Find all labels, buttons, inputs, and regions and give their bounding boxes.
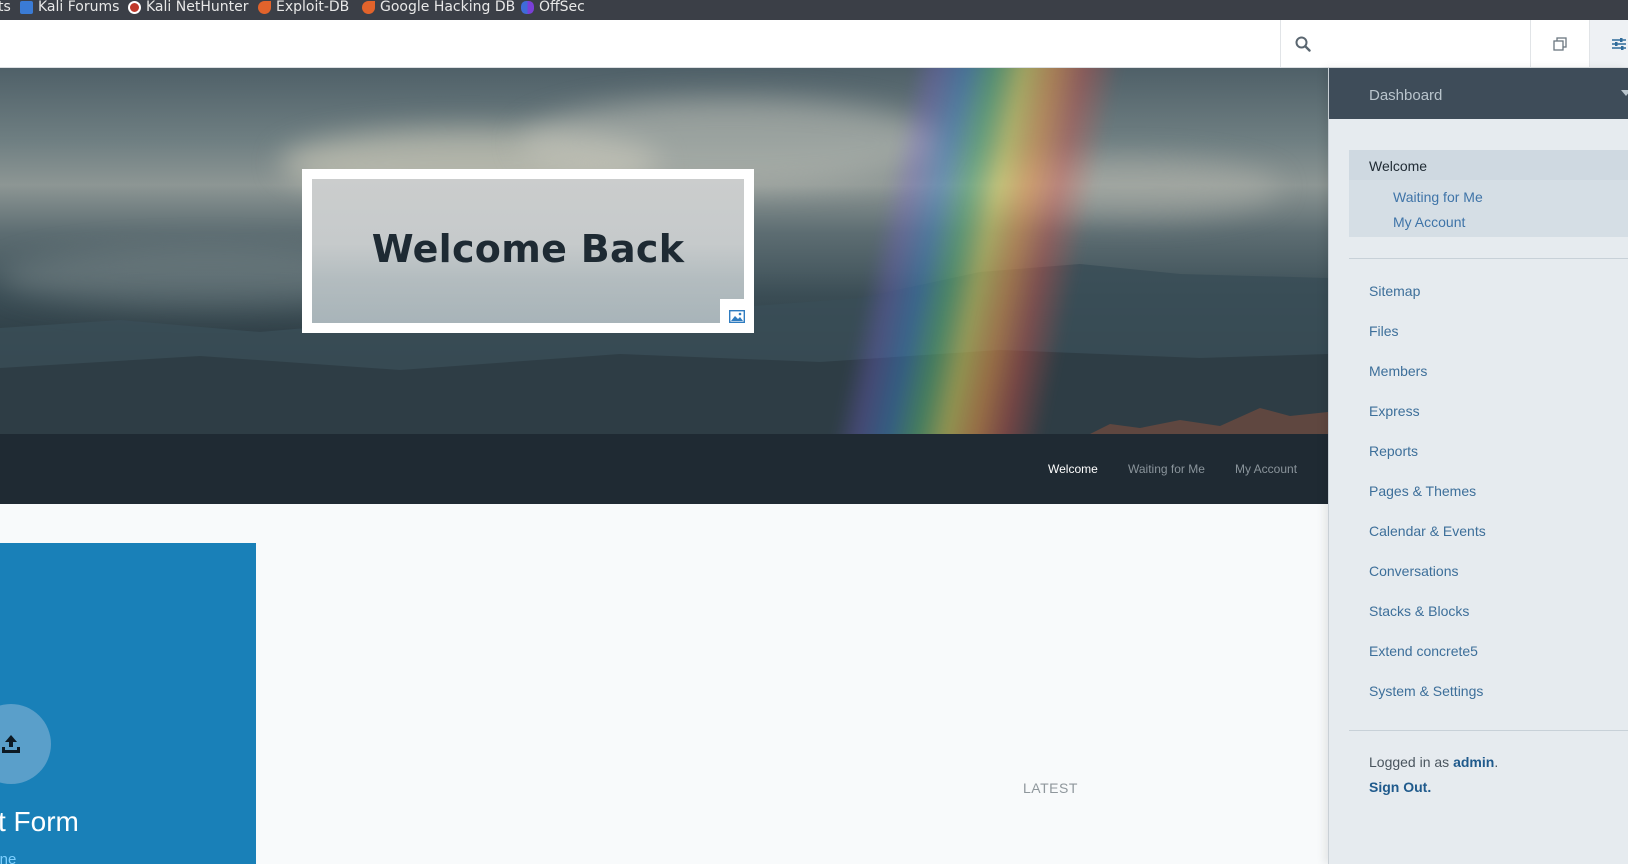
bookmark-label: OffSec <box>539 0 585 15</box>
panel-item-welcome[interactable]: Welcome <box>1369 158 1427 174</box>
hero-banner: Welcome Back <box>0 68 1328 434</box>
bookmark-label: ts <box>0 0 11 15</box>
panel-item-members[interactable]: Members <box>1369 363 1427 379</box>
bookmark-label: Kali NetHunter <box>146 0 249 15</box>
dashboard-panel-button[interactable] <box>1589 20 1628 67</box>
username-link[interactable]: admin <box>1453 754 1494 770</box>
divider <box>1349 730 1628 731</box>
copy-icon <box>1553 36 1567 51</box>
kali-forums-icon <box>20 1 33 14</box>
welcome-image: Welcome Back <box>312 179 754 333</box>
sign-out-link[interactable]: Sign Out. <box>1369 779 1431 795</box>
panel-item-reports[interactable]: Reports <box>1369 443 1418 459</box>
bookmark-kali-nethunter[interactable]: Kali NetHunter <box>128 0 248 20</box>
panel-item-sitemap[interactable]: Sitemap <box>1369 283 1420 299</box>
dashboard-title: Dashboard <box>1369 87 1443 104</box>
bookmark-label: Exploit-DB <box>276 0 350 15</box>
nav-item-my-account[interactable]: My Account <box>1235 462 1297 476</box>
bookmark-label: Google Hacking DB <box>380 0 516 15</box>
panel-item-pages-themes[interactable]: Pages & Themes <box>1369 483 1476 499</box>
search-input[interactable] <box>1321 28 1521 58</box>
toolbar-search <box>1280 20 1530 67</box>
welcome-block[interactable]: Welcome Back <box>302 169 754 333</box>
panel-item-waiting-for-me[interactable]: Waiting for Me <box>1393 189 1483 205</box>
bookmark-exploit-db[interactable]: Exploit-DB <box>258 0 349 20</box>
logged-in-prefix: Logged in as <box>1369 754 1454 770</box>
bookmark-offsec[interactable]: OffSec <box>521 0 585 20</box>
panel-item-files[interactable]: Files <box>1369 323 1399 339</box>
site-navigation: Welcome Waiting for Me My Account <box>0 434 1328 504</box>
search-icon <box>1295 36 1311 52</box>
cms-toolbar <box>0 20 1628 68</box>
latest-heading: LATEST <box>1023 780 1078 796</box>
bookmark-kali-forums[interactable]: Kali Forums <box>20 0 119 20</box>
bookmark-google-hacking-db[interactable]: Google Hacking DB <box>362 0 515 20</box>
panel-item-stacks-blocks[interactable]: Stacks & Blocks <box>1369 603 1469 619</box>
upload-icon <box>2 735 20 753</box>
chevron-down-icon <box>1621 90 1628 96</box>
image-icon <box>729 309 745 323</box>
welcome-title: Welcome Back <box>371 227 685 271</box>
card-subtitle[interactable]: lone <box>0 851 16 864</box>
exploit-db-icon <box>258 1 271 14</box>
upload-button[interactable] <box>0 704 51 784</box>
panel-item-calendar-events[interactable]: Calendar & Events <box>1369 523 1486 539</box>
panel-item-express[interactable]: Express <box>1369 403 1420 419</box>
divider <box>1349 258 1628 259</box>
panel-item-my-account[interactable]: My Account <box>1393 214 1465 230</box>
panel-item-extend-concrete5[interactable]: Extend concrete5 <box>1369 643 1478 659</box>
dashboard-panel: Dashboard Welcome Waiting for Me My Acco… <box>1328 68 1628 864</box>
offsec-icon <box>521 1 534 14</box>
bookmark-partial[interactable]: ts <box>0 0 11 20</box>
logged-in-suffix: . <box>1494 754 1499 770</box>
bookmark-label: Kali Forums <box>38 0 120 15</box>
form-card[interactable]: st Form lone <box>0 543 256 864</box>
card-title: st Form <box>0 806 79 837</box>
logged-in-text: Logged in as admin. <box>1369 754 1498 770</box>
nav-item-waiting-for-me[interactable]: Waiting for Me <box>1128 462 1205 476</box>
google-hacking-db-icon <box>362 1 375 14</box>
bookmarks-bar: ts Kali Forums Kali NetHunter Exploit-DB… <box>0 0 1628 20</box>
nav-item-welcome[interactable]: Welcome <box>1048 462 1098 476</box>
sliders-icon <box>1612 37 1626 50</box>
panel-item-system-settings[interactable]: System & Settings <box>1369 683 1483 699</box>
image-badge[interactable] <box>720 299 754 333</box>
kali-nethunter-icon <box>128 1 141 14</box>
panel-item-conversations[interactable]: Conversations <box>1369 563 1459 579</box>
copy-button[interactable] <box>1530 20 1589 67</box>
dashboard-header[interactable]: Dashboard <box>1329 68 1628 119</box>
